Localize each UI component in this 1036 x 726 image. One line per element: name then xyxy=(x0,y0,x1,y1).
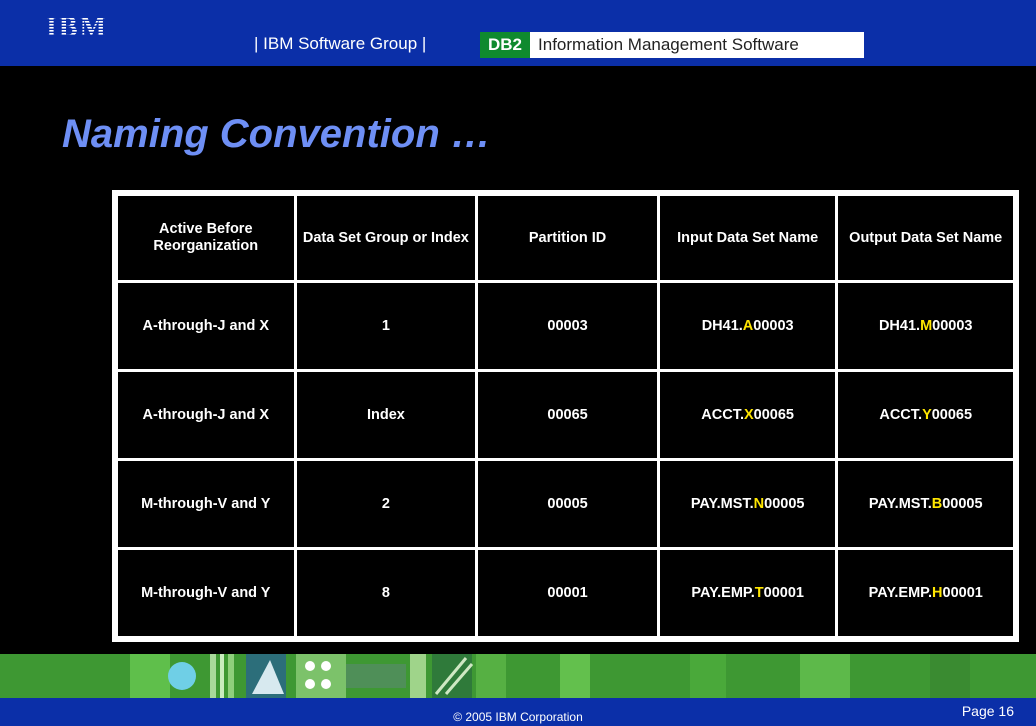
cell-partition: 00003 xyxy=(478,283,657,369)
naming-table-frame: Active Before Reorganization Data Set Gr… xyxy=(112,190,1019,642)
slide-title: Naming Convention … xyxy=(62,112,491,156)
db2-badge: DB2 xyxy=(480,32,531,58)
decorative-mosaic xyxy=(0,654,1036,698)
highlight-letter: M xyxy=(920,317,933,334)
cell-input-name: PAY.EMP.T00001 xyxy=(659,550,836,636)
db2-banner: DB2 Information Management Software xyxy=(480,32,864,58)
name-suffix: 00003 xyxy=(932,317,973,334)
page-number: Page 16 xyxy=(961,703,1014,719)
cell-output-name: DH41.M00003 xyxy=(838,283,1013,369)
highlight-letter: X xyxy=(744,406,754,423)
cell-partition: 00005 xyxy=(478,461,657,547)
cell-input-name: DH41.A00003 xyxy=(659,283,836,369)
cell-group: Index xyxy=(296,372,476,458)
cell-partition: 00001 xyxy=(478,550,657,636)
name-suffix: 00065 xyxy=(753,406,794,423)
cell-output-name: ACCT.Y00065 xyxy=(838,372,1013,458)
name-prefix: PAY.EMP. xyxy=(868,584,933,601)
column-header: Data Set Group or Index xyxy=(296,196,476,280)
cell-group: 1 xyxy=(296,283,476,369)
name-prefix: DH41. xyxy=(701,317,743,334)
highlight-letter: N xyxy=(753,495,765,512)
name-suffix: 00065 xyxy=(931,406,973,423)
footer-bar: © 2005 IBM Corporation Page 16 xyxy=(0,698,1036,726)
ibm-logo: IBM xyxy=(46,12,108,42)
ibm-logo-text: IBM xyxy=(46,12,108,42)
cell-active: M-through-V and Y xyxy=(118,550,294,636)
cell-partition: 00065 xyxy=(478,372,657,458)
name-suffix: 00005 xyxy=(942,495,983,512)
table-row: A-through-J and X Index 00065 ACCT.X0006… xyxy=(118,372,1013,458)
highlight-letter: Y xyxy=(922,406,932,423)
decorative-image-strip xyxy=(0,654,1036,698)
highlight-letter: T xyxy=(754,584,764,601)
cell-group: 8 xyxy=(296,550,476,636)
cell-active: M-through-V and Y xyxy=(118,461,294,547)
cell-input-name: PAY.MST.N00005 xyxy=(659,461,836,547)
column-header: Input Data Set Name xyxy=(659,196,836,280)
column-header: Output Data Set Name xyxy=(838,196,1013,280)
cell-output-name: PAY.MST.B00005 xyxy=(838,461,1013,547)
cell-active: A-through-J and X xyxy=(118,372,294,458)
name-suffix: 00003 xyxy=(753,317,794,334)
copyright-text: © 2005 IBM Corporation xyxy=(453,710,583,724)
name-prefix: PAY.MST. xyxy=(690,495,754,512)
naming-table: Active Before Reorganization Data Set Gr… xyxy=(115,193,1016,639)
column-header: Partition ID xyxy=(478,196,657,280)
name-prefix: DH41. xyxy=(878,317,921,334)
name-suffix: 00001 xyxy=(763,584,804,601)
header-bar: IBM | IBM Software Group | DB2 Informati… xyxy=(0,0,1036,66)
name-prefix: PAY.EMP. xyxy=(691,584,755,601)
name-prefix: PAY.MST. xyxy=(868,495,932,512)
table-row: M-through-V and Y 8 00001 PAY.EMP.T00001… xyxy=(118,550,1013,636)
name-prefix: ACCT. xyxy=(879,406,923,423)
table-row: A-through-J and X 1 00003 DH41.A00003 DH… xyxy=(118,283,1013,369)
product-label: Information Management Software xyxy=(538,35,799,54)
name-suffix: 00001 xyxy=(942,584,983,601)
cell-active: A-through-J and X xyxy=(118,283,294,369)
cell-input-name: ACCT.X00065 xyxy=(659,372,836,458)
software-group-label: | IBM Software Group | xyxy=(254,34,427,53)
slide: IBM | IBM Software Group | DB2 Informati… xyxy=(0,0,1036,726)
highlight-letter: A xyxy=(742,317,754,334)
cell-group: 2 xyxy=(296,461,476,547)
highlight-letter: H xyxy=(932,584,943,601)
column-header: Active Before Reorganization xyxy=(118,196,294,280)
name-prefix: ACCT. xyxy=(701,406,744,423)
cell-output-name: PAY.EMP.H00001 xyxy=(838,550,1013,636)
name-suffix: 00005 xyxy=(764,495,805,512)
highlight-letter: B xyxy=(931,495,943,512)
table-header-row: Active Before Reorganization Data Set Gr… xyxy=(118,196,1013,280)
table-row: M-through-V and Y 2 00005 PAY.MST.N00005… xyxy=(118,461,1013,547)
